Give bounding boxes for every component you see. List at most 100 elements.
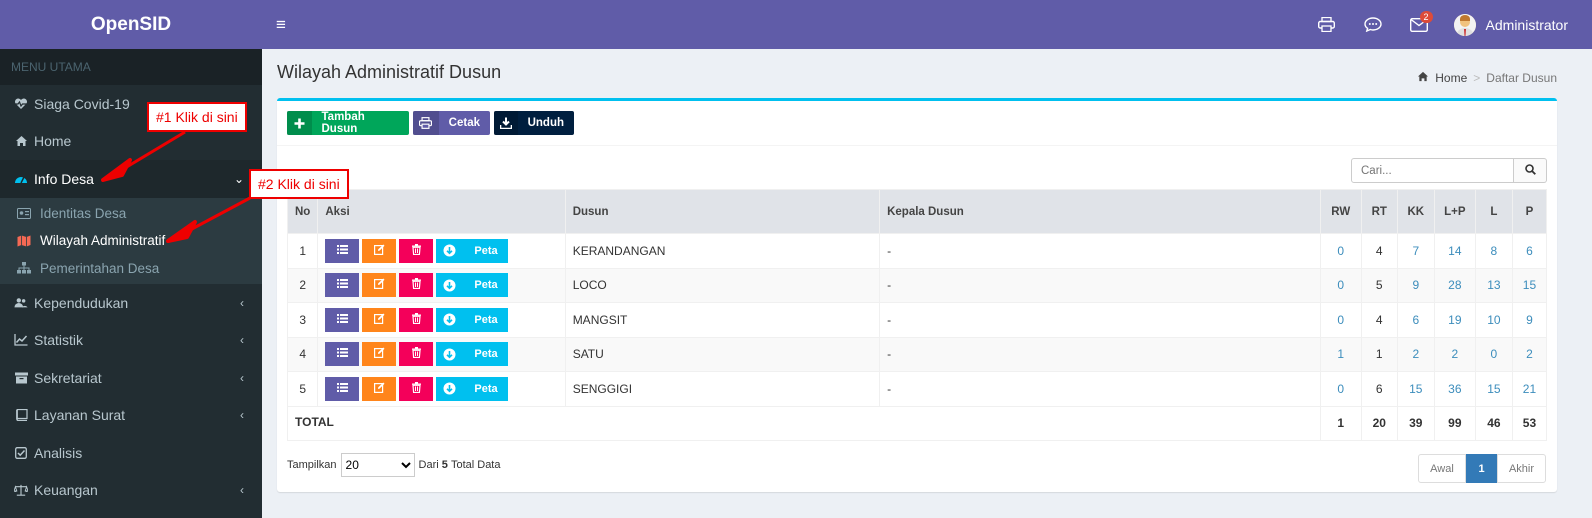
cell-p[interactable]: 2: [1511, 336, 1548, 372]
cell-l[interactable]: 15: [1474, 371, 1513, 407]
add-dusun-button[interactable]: Tambah Dusun: [287, 111, 409, 135]
edit-icon: [373, 382, 385, 396]
edit-icon: [373, 278, 385, 292]
sidebar-item-kependudukan[interactable]: Kependudukan ‹: [0, 284, 262, 322]
edit-button[interactable]: [362, 342, 397, 367]
app-logo[interactable]: OpenSID: [0, 0, 262, 49]
search-button[interactable]: [1514, 158, 1547, 183]
table-row: 4 Peta SATU -1 1 2 2 0 2: [286, 336, 1548, 372]
menu-toggle-icon[interactable]: ≡: [276, 15, 286, 35]
delete-button[interactable]: [399, 307, 434, 332]
print-icon[interactable]: [1304, 0, 1350, 49]
cell-p[interactable]: 9: [1511, 302, 1548, 338]
peta-button[interactable]: Peta: [436, 238, 509, 263]
col-header-rt[interactable]: RT: [1360, 189, 1398, 234]
cell-rw[interactable]: 0: [1319, 371, 1362, 407]
sidebar-subitem-pemerintahan-desa[interactable]: Pemerintahan Desa: [0, 255, 262, 283]
cell-l[interactable]: 13: [1474, 267, 1513, 303]
comments-icon[interactable]: [1350, 0, 1396, 49]
cell-actions: Peta: [317, 302, 566, 338]
sidebar-item-keuangan[interactable]: Keuangan ‹: [0, 472, 262, 510]
cell-lp[interactable]: 36: [1433, 371, 1476, 407]
total-rt: 20: [1360, 405, 1398, 441]
total-lp: 99: [1433, 405, 1476, 441]
page-last-button[interactable]: Akhir: [1497, 454, 1546, 483]
cell-kk[interactable]: 9: [1396, 267, 1435, 303]
breadcrumb-home-link[interactable]: Home: [1435, 71, 1467, 85]
col-header-lp[interactable]: L+P: [1433, 189, 1476, 234]
cell-l[interactable]: 8: [1474, 233, 1513, 269]
cell-lp[interactable]: 28: [1433, 267, 1476, 303]
cell-l[interactable]: 10: [1474, 302, 1513, 338]
page-first-button[interactable]: Awal: [1418, 454, 1466, 483]
cell-rw[interactable]: 1: [1319, 336, 1362, 372]
cell-lp[interactable]: 14: [1433, 233, 1476, 269]
cell-kk[interactable]: 6: [1396, 302, 1435, 338]
user-menu[interactable]: Administrator: [1442, 13, 1592, 36]
search-input[interactable]: [1351, 158, 1514, 183]
col-header-kk[interactable]: KK: [1396, 189, 1435, 234]
delete-button[interactable]: [399, 273, 434, 298]
cell-rw[interactable]: 0: [1319, 267, 1362, 303]
list-icon: [336, 313, 348, 326]
cell-p[interactable]: 6: [1511, 233, 1548, 269]
print-button[interactable]: Cetak: [413, 111, 490, 135]
cell-lp[interactable]: 2: [1433, 336, 1476, 372]
edit-button[interactable]: [362, 238, 397, 263]
sidebar-item-analisis[interactable]: Analisis: [0, 434, 262, 472]
chevron-left-icon: ‹: [240, 370, 244, 385]
chevron-down-icon: ⌄: [233, 171, 244, 186]
col-header-kepala-dusun[interactable]: Kepala Dusun: [879, 189, 1321, 234]
peta-button[interactable]: Peta: [436, 307, 509, 332]
cell-rw[interactable]: 0: [1319, 233, 1362, 269]
sidebar-item-layanan-surat[interactable]: Layanan Surat ‹: [0, 397, 262, 435]
trash-icon: [411, 312, 421, 327]
cell-rw[interactable]: 0: [1319, 302, 1362, 338]
sidebar-item-info-desa[interactable]: Info Desa ⌄: [0, 160, 262, 198]
peta-button[interactable]: Peta: [436, 376, 509, 401]
cell-kk[interactable]: 15: [1396, 371, 1435, 407]
edit-button[interactable]: [362, 273, 397, 298]
view-detail-button[interactable]: [325, 273, 360, 298]
view-detail-button[interactable]: [325, 376, 360, 401]
chart-line-icon: [14, 333, 28, 347]
cell-p[interactable]: 15: [1511, 267, 1548, 303]
sidebar-item-label: Siaga Covid-19: [34, 95, 130, 112]
sidebar-subitem-identitas-desa[interactable]: Identitas Desa: [0, 200, 262, 228]
download-circle-icon: [436, 382, 462, 395]
delete-button[interactable]: [399, 238, 434, 263]
col-header-dusun[interactable]: Dusun: [564, 189, 881, 234]
edit-button[interactable]: [362, 376, 397, 401]
col-header-l[interactable]: L: [1474, 189, 1513, 234]
cell-lp[interactable]: 19: [1433, 302, 1476, 338]
sidebar-item-statistik[interactable]: Statistik ‹: [0, 322, 262, 360]
sidebar-item-sekretariat[interactable]: Sekretariat ‹: [0, 359, 262, 397]
mail-icon[interactable]: 2: [1396, 0, 1442, 49]
sidebar-subitem-wilayah-administratif[interactable]: Wilayah Administratif: [0, 227, 262, 255]
menu-header: MENU UTAMA: [0, 49, 262, 85]
col-header-p[interactable]: P: [1511, 189, 1548, 234]
page-current-button[interactable]: 1: [1466, 454, 1497, 483]
page-size-select[interactable]: 20: [340, 453, 415, 477]
peta-button[interactable]: Peta: [436, 273, 509, 298]
peta-button[interactable]: Peta: [436, 342, 509, 367]
view-detail-button[interactable]: [325, 342, 360, 367]
edit-button[interactable]: [362, 307, 397, 332]
delete-button[interactable]: [399, 376, 434, 401]
col-header-rw[interactable]: RW: [1319, 189, 1362, 234]
delete-button[interactable]: [399, 342, 434, 367]
cell-actions: Peta: [317, 336, 566, 372]
download-button[interactable]: Unduh: [494, 111, 574, 135]
peta-label: Peta: [474, 279, 498, 292]
cell-l[interactable]: 0: [1474, 336, 1513, 372]
view-detail-button[interactable]: [325, 307, 360, 332]
cell-kk[interactable]: 7: [1396, 233, 1435, 269]
view-detail-button[interactable]: [325, 238, 360, 263]
balance-scale-icon: [14, 483, 28, 497]
top-navbar: ≡ 2 Administrator: [262, 0, 1592, 49]
cell-kk[interactable]: 2: [1396, 336, 1435, 372]
cell-rt: 1: [1360, 336, 1398, 372]
trash-icon: [411, 278, 421, 292]
box-toolbar: Tambah Dusun Cetak Unduh: [277, 101, 1557, 146]
cell-p[interactable]: 21: [1511, 371, 1548, 407]
